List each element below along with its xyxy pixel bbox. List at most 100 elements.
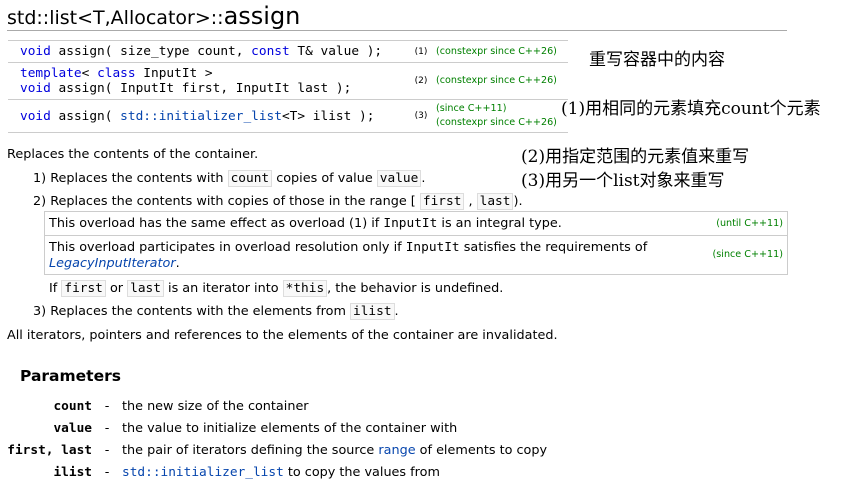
- declaration-number: (2): [406, 62, 436, 100]
- item-text: .: [421, 171, 426, 186]
- inline-code-count: count: [227, 170, 273, 187]
- annotation-note-1: (1)用相同的元素填充count个元素: [561, 99, 821, 119]
- declaration-number: (3): [406, 99, 436, 133]
- parameter-row: first, last - the pair of iterators defini…: [7, 443, 547, 458]
- declaration-table: void assign( size_type count, const T& v…: [8, 40, 568, 133]
- parameter-description: to copy the values from: [283, 465, 440, 480]
- initializer-list-link[interactable]: std::initializer_list: [120, 109, 282, 124]
- declaration-version: (constexpr since C++26): [436, 62, 568, 100]
- ub-text: , the behavior is undefined.: [327, 281, 504, 296]
- declaration-version: (constexpr since C++26): [436, 40, 568, 63]
- inline-code-ilist: ilist: [350, 303, 395, 320]
- title-divider: [7, 30, 787, 31]
- item-text: Replaces the contents with the elements …: [50, 304, 351, 319]
- note-text: satisfies the requirements of: [459, 240, 648, 255]
- overload-note-text: This overload participates in overload r…: [49, 240, 647, 272]
- parameters-heading: Parameters: [20, 367, 121, 385]
- keyword: class: [97, 66, 136, 81]
- parameter-name: count: [53, 399, 92, 414]
- item-number: 1): [33, 171, 47, 186]
- title-name: assign: [223, 2, 301, 30]
- keyword: void: [20, 108, 51, 124]
- annotation-note-0: 重写容器中的内容: [589, 50, 725, 70]
- item-text: Replaces the contents with copies of tho…: [50, 194, 411, 209]
- item-text: ,: [468, 194, 473, 209]
- inline-code-first: first: [419, 193, 465, 210]
- item-text: Replaces the contents with: [50, 171, 228, 186]
- intro-text: Replaces the contents of the container.: [7, 147, 259, 162]
- keyword: void: [20, 81, 51, 96]
- invalidation-text: All iterators, pointers and references t…: [7, 328, 558, 343]
- overload-note-row-until-cpp11: This overload has the same effect as ove…: [45, 212, 787, 235]
- undefined-behavior-text: If first or last is an iterator into *th…: [49, 280, 504, 297]
- overload-note-box: This overload has the same effect as ove…: [44, 211, 788, 275]
- item-text: copies of value: [272, 171, 377, 186]
- inline-code-last: last: [127, 280, 164, 297]
- title-prefix: std::list<T,Allocator>::: [7, 7, 224, 29]
- parameter-description: the pair of iterators defining the sourc…: [122, 443, 379, 458]
- code-text: InputIt >: [135, 66, 213, 81]
- code-text: assign( size_type count,: [50, 44, 252, 59]
- declaration-row-3: void assign( std::initializer_list<T> il…: [8, 99, 568, 133]
- overload-note-version: (since C++11): [712, 249, 783, 260]
- keyword: const: [251, 44, 290, 59]
- parameter-row: count - the new size of the container: [7, 399, 309, 414]
- parameter-description: the value to initialize elements of the …: [122, 421, 458, 436]
- version-text: (constexpr since C++26): [436, 75, 557, 86]
- note-text: This overload participates in overload r…: [49, 240, 406, 255]
- item-text: ).: [513, 194, 523, 209]
- parameter-dash: -: [104, 399, 110, 414]
- list-item-1: 1) Replaces the contents with count copi…: [33, 170, 426, 187]
- parameter-description: of elements to copy: [415, 443, 548, 458]
- parameter-name: ilist: [53, 465, 92, 480]
- note-text: is an integral type.: [437, 216, 562, 231]
- inline-code-last: last: [476, 193, 514, 210]
- code-text: <: [81, 66, 98, 81]
- inline-code-this: *this: [282, 280, 328, 297]
- declaration-code: template< class InputIt > void assign( In…: [8, 62, 406, 100]
- note-code: InputIt: [405, 240, 460, 255]
- parameter-description: the new size of the container: [122, 399, 309, 414]
- version-text: (since C++11): [436, 103, 507, 114]
- parameter-row: ilist - std::initializer_list to copy the …: [7, 465, 440, 480]
- parameter-name: value: [53, 421, 92, 436]
- keyword: void: [20, 44, 51, 59]
- declaration-version: (since C++11) (constexpr since C++26): [436, 99, 568, 133]
- code-text: assign(: [50, 108, 121, 124]
- inline-code-first: first: [61, 280, 106, 297]
- overload-note-text: This overload has the same effect as ove…: [49, 216, 562, 232]
- keyword: template: [20, 66, 82, 81]
- item-text: [: [410, 194, 416, 209]
- legacy-input-iterator-link[interactable]: LegacyInputIterator: [49, 256, 176, 271]
- list-item-3: 3) Replaces the contents with the elemen…: [33, 303, 399, 320]
- ub-text: is an iterator into: [163, 281, 283, 296]
- parameter-dash: -: [104, 421, 110, 436]
- note-code: InputIt: [383, 216, 438, 231]
- declaration-row-1: void assign( size_type count, const T& v…: [8, 40, 568, 63]
- annotation-note-2: (2)用指定范围的元素值来重写: [521, 147, 750, 167]
- initializer-list-link[interactable]: std::initializer_list: [122, 465, 284, 480]
- item-number: 2): [33, 194, 47, 209]
- overload-note-version: (until C++11): [716, 218, 783, 229]
- parameter-dash: -: [104, 443, 110, 458]
- ub-text: or: [105, 281, 128, 296]
- declaration-code: void assign( size_type count, const T& v…: [8, 40, 406, 63]
- declaration-code: void assign( std::initializer_list<T> il…: [8, 99, 406, 133]
- list-item-2: 2) Replaces the contents with copies of …: [33, 193, 523, 210]
- declaration-number: (1): [406, 40, 436, 63]
- code-text: assign( InputIt first, InputIt last );: [50, 81, 352, 96]
- range-link[interactable]: range: [378, 443, 415, 458]
- version-text: (constexpr since C++26): [436, 117, 557, 128]
- item-number: 3): [33, 304, 47, 319]
- overload-note-row-since-cpp11: This overload participates in overload r…: [45, 235, 787, 274]
- declaration-row-2: template< class InputIt > void assign( In…: [8, 62, 568, 100]
- page-title: std::list<T,Allocator>::assign: [7, 2, 300, 30]
- note-text: .: [175, 256, 180, 271]
- note-text: This overload has the same effect as ove…: [49, 216, 384, 231]
- ub-text: If: [49, 281, 62, 296]
- parameter-row: value - the value to initialize elements o…: [7, 421, 457, 436]
- annotation-note-3: (3)用另一个list对象来重写: [521, 171, 725, 191]
- inline-code-value: value: [376, 170, 422, 187]
- item-text: .: [394, 304, 399, 319]
- code-text: T& value );: [289, 44, 383, 59]
